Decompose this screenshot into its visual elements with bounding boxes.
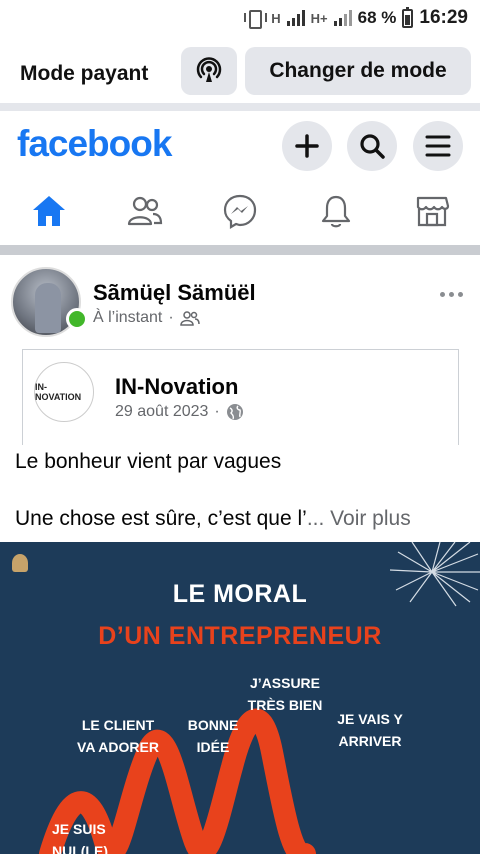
- post-text-fragment: Une chose est sûre, c’est que l’: [15, 507, 307, 530]
- tab-home[interactable]: [29, 191, 69, 231]
- search-icon: [360, 134, 385, 159]
- see-more-link[interactable]: ... Voir plus: [307, 507, 411, 530]
- create-button[interactable]: [282, 121, 332, 171]
- network-type-2: H+: [310, 10, 328, 26]
- label-bonne-idee: BONNE IDÉE: [187, 717, 239, 755]
- change-mode-button[interactable]: Changer de mode: [245, 47, 471, 95]
- label-assure: J’ASSURE TRÈS BIEN: [247, 675, 323, 713]
- online-status-icon: [66, 308, 88, 330]
- shared-date[interactable]: 29 août 2023: [115, 403, 208, 421]
- tab-bar: [0, 183, 480, 239]
- meta-dot: ·: [168, 309, 174, 326]
- clock: 16:29: [419, 7, 468, 28]
- meta-dot: ·: [214, 403, 220, 420]
- post-image[interactable]: LE MORAL D’UN ENTREPRENEUR LE CLIENT VA …: [0, 542, 480, 854]
- page-avatar[interactable]: IN-NOVATION: [34, 362, 94, 422]
- menu-button[interactable]: [413, 121, 463, 171]
- plus-icon: [295, 134, 319, 158]
- messenger-icon: [223, 194, 257, 229]
- status-bar: H H+ 68 % 16:29: [0, 0, 480, 36]
- divider-thick: [0, 245, 480, 255]
- vibrate-icon: [243, 9, 268, 29]
- image-subtitle: D’UN ENTREPRENEUR: [98, 622, 382, 650]
- tab-marketplace[interactable]: [412, 191, 452, 231]
- page-name[interactable]: IN-Novation: [115, 374, 238, 400]
- label-vais: JE VAIS Y ARRIVER: [337, 711, 403, 749]
- shared-post[interactable]: IN-NOVATION IN-Novation 29 août 2023 ·: [22, 349, 459, 445]
- label-client: LE CLIENT VA ADORER: [77, 717, 159, 755]
- post-time[interactable]: À l’instant: [93, 309, 162, 327]
- more-options-button[interactable]: [436, 284, 466, 304]
- bell-icon: [321, 195, 351, 228]
- broadcast-icon: [196, 57, 222, 82]
- app-header: facebook: [0, 111, 480, 181]
- tab-notifications[interactable]: [316, 191, 356, 231]
- post-text-line-2: Une chose est sûre, c’est que l’... Voir…: [15, 507, 411, 531]
- tab-messenger[interactable]: [220, 191, 260, 231]
- image-title: LE MORAL: [172, 580, 308, 608]
- tab-friends[interactable]: [125, 191, 165, 231]
- divider: [0, 103, 480, 111]
- facebook-logo[interactable]: facebook: [17, 123, 172, 165]
- signal-icon-2: [333, 10, 352, 26]
- page-avatar-logo-text: IN-NOVATION: [35, 382, 82, 402]
- friends-audience-icon: [179, 311, 200, 326]
- label-suis: JE SUIS NUL(LE): [52, 821, 108, 854]
- marketplace-icon: [416, 196, 450, 227]
- battery-icon: [402, 6, 414, 28]
- mode-label: Mode payant: [20, 62, 149, 85]
- author-name[interactable]: Sãmüęl Sämüël: [93, 280, 256, 306]
- post-meta: À l’instant ·: [93, 309, 200, 327]
- mode-bar: Mode payant Changer de mode: [0, 44, 480, 100]
- friends-icon: [127, 196, 163, 226]
- menu-icon: [425, 135, 451, 157]
- signal-icon: [286, 10, 305, 26]
- battery-level: 68 %: [357, 8, 397, 27]
- globe-icon: [226, 404, 243, 420]
- search-button[interactable]: [347, 121, 397, 171]
- network-type-1: H: [271, 10, 281, 26]
- broadcast-button[interactable]: [181, 47, 237, 95]
- home-icon: [33, 196, 65, 226]
- shared-meta: 29 août 2023 ·: [115, 403, 244, 421]
- post-text-line-1: Le bonheur vient par vagues: [15, 450, 282, 473]
